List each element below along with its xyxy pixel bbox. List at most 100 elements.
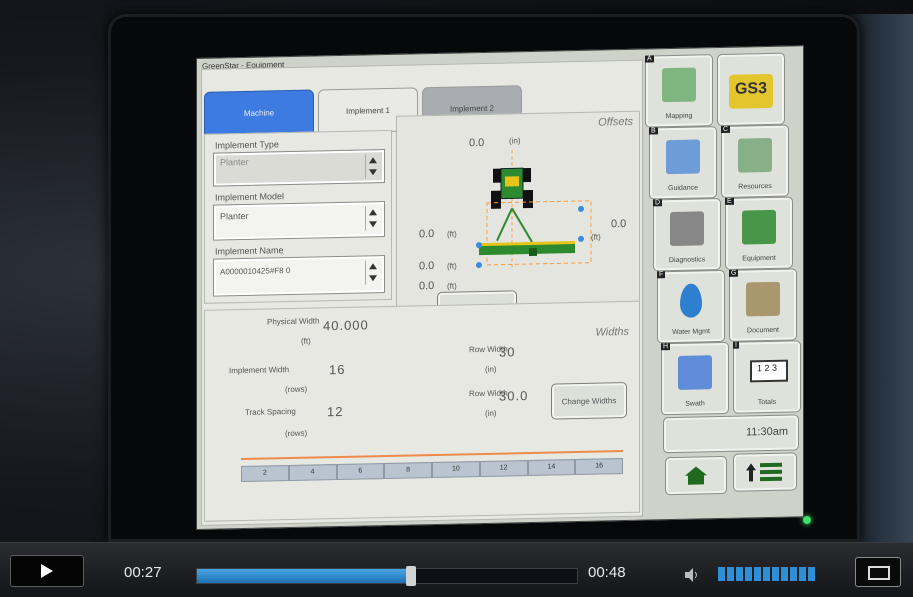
- swath-icon: [678, 355, 712, 390]
- guidance-icon: [666, 139, 700, 175]
- track-spacing-label: Track Spacing: [245, 406, 296, 417]
- menu-tile-diagnostics[interactable]: D Diagnostics: [653, 198, 721, 272]
- menu-tile-mapping[interactable]: A Mapping: [645, 54, 713, 128]
- ruler-cell: 14: [527, 459, 576, 477]
- implement-type-field[interactable]: Planter: [213, 149, 385, 187]
- menu-tile-key: D: [653, 199, 663, 207]
- offset-left-value: 0.0: [419, 228, 435, 241]
- menu-tile-totals[interactable]: I 1 2 3 Totals: [733, 340, 801, 414]
- offset-bottom-value: 0.0: [419, 280, 435, 293]
- fullscreen-button[interactable]: [855, 557, 901, 587]
- menu-tile-label: Diagnostics: [668, 256, 706, 265]
- volume-bar: [736, 567, 743, 581]
- volume-bar: [754, 567, 761, 581]
- greenstar-display: GreenStar - Equipment Machine Implement …: [196, 45, 804, 530]
- menu-tile-equipment[interactable]: E Equipment: [725, 196, 793, 270]
- menu-tile-label: Swath: [685, 400, 705, 408]
- menu-tile-label: Document: [747, 326, 779, 335]
- speaker-icon[interactable]: [684, 567, 700, 583]
- menu-tile-gs3[interactable]: GS3: [717, 52, 785, 127]
- equipment-icon: [742, 209, 776, 245]
- row-width-value-2[interactable]: 30.0: [499, 388, 528, 404]
- offsets-panel: Offsets 0.0 (in) 0.0 (ft) 0.0 (ft) 0.0 (…: [396, 110, 640, 328]
- volume-bar: [745, 567, 752, 581]
- home-icon: [685, 466, 707, 485]
- implement-name-field[interactable]: A0000010425#F8 0: [213, 255, 385, 297]
- menu-tile-label: Equipment: [742, 254, 776, 263]
- volume-bar: [790, 567, 797, 581]
- physical-width-label: Physical Width: [267, 316, 320, 327]
- menu-tile-water-mgmt[interactable]: F Water Mgmt: [657, 269, 725, 344]
- menu-tile-swath[interactable]: H Swath: [661, 341, 729, 416]
- ruler-cell: 6: [336, 463, 385, 481]
- duration-time: 00:48: [588, 564, 626, 581]
- implement-width-label: Implement Width: [229, 365, 290, 376]
- diagnostics-icon: [670, 211, 704, 247]
- menu-tile-label: Water Mgmt: [672, 328, 710, 337]
- implement-type-spinner-icon[interactable]: [365, 154, 380, 179]
- tractor-planter-diagram-icon: [476, 150, 592, 271]
- play-icon: [41, 564, 53, 578]
- implement-name-spinner-icon[interactable]: [365, 260, 380, 285]
- volume-bar: [718, 567, 725, 581]
- offset-mid-value: 0.0: [419, 260, 435, 273]
- seek-handle[interactable]: [405, 566, 416, 586]
- menu-tile-key: I: [733, 341, 739, 349]
- equipment-panel: Machine Implement 1 Implement 2 Implemen…: [201, 59, 643, 526]
- volume-bar: [799, 567, 806, 581]
- menu-tile-guidance[interactable]: B Guidance: [649, 126, 717, 200]
- row-width-value-1[interactable]: 30: [499, 344, 515, 359]
- implement-model-spinner-icon[interactable]: [365, 206, 380, 231]
- menu-tile-document[interactable]: G Document: [729, 268, 797, 342]
- implement-model-field[interactable]: Planter: [213, 201, 385, 241]
- ruler-cell: 16: [575, 458, 623, 476]
- gs3-logo-label: GS3: [734, 80, 767, 98]
- play-button[interactable]: [10, 555, 84, 587]
- menu-tile-key: E: [725, 197, 734, 205]
- up-arrow-list-icon: [746, 462, 782, 482]
- implement-type-value: Planter: [220, 156, 249, 168]
- menu-tile-key: F: [657, 271, 666, 279]
- volume-bar: [763, 567, 770, 581]
- implement-name-value: A0000010425#F8 0: [220, 266, 291, 277]
- volume-bar: [808, 567, 815, 581]
- volume-bar: [781, 567, 788, 581]
- menu-tile-key: H: [661, 343, 671, 351]
- ruler-cell: 4: [288, 464, 337, 482]
- implement-type-label: Implement Type: [215, 139, 279, 151]
- physical-width-value[interactable]: 40.000: [323, 317, 369, 333]
- track-spacing-value[interactable]: 12: [327, 404, 343, 419]
- seek-progress: [197, 569, 411, 583]
- implement-width-value[interactable]: 16: [329, 362, 345, 377]
- clock-display: 11:30am: [663, 414, 799, 454]
- seek-bar[interactable]: [196, 566, 578, 586]
- row-width-unit-1: (in): [485, 364, 497, 374]
- offset-top-value: 0.0: [469, 136, 485, 150]
- elapsed-time: 00:27: [124, 564, 162, 581]
- implement-info-box: Implement Type Planter Implement Model P…: [204, 129, 392, 304]
- change-widths-button[interactable]: Change Widths: [551, 381, 627, 420]
- video-frame[interactable]: GreenStar - Equipment Machine Implement …: [0, 0, 913, 542]
- resources-icon: [738, 137, 772, 173]
- menu-tile-key: G: [729, 269, 739, 277]
- implement-model-label: Implement Model: [215, 191, 285, 203]
- widths-title: Widths: [595, 325, 629, 339]
- menu-tile-resources[interactable]: C Resources: [721, 124, 789, 199]
- menu-list-button[interactable]: [733, 452, 797, 492]
- home-button[interactable]: [665, 455, 727, 496]
- menu-tile-label: Guidance: [668, 184, 698, 193]
- implement-width-unit: (rows): [285, 384, 308, 395]
- offset-right-value: 0.0: [611, 217, 627, 231]
- ruler-cell: 10: [432, 461, 480, 479]
- implement-name-label: Implement Name: [215, 245, 284, 257]
- implement-model-value: Planter: [220, 210, 249, 222]
- volume-bar: [772, 567, 779, 581]
- offset-bottom-unit: (ft): [447, 281, 457, 291]
- offset-mid-unit: (ft): [447, 261, 457, 271]
- volume-slider[interactable]: [718, 567, 815, 581]
- clock-time: 11:30am: [746, 425, 788, 439]
- tab-machine[interactable]: Machine: [204, 89, 314, 136]
- ruler-cell: 8: [384, 462, 432, 480]
- right-menu: A Mapping GS3 B Guidance C Resources D Diagnosti…: [643, 46, 801, 519]
- menu-tile-label: Totals: [757, 398, 777, 407]
